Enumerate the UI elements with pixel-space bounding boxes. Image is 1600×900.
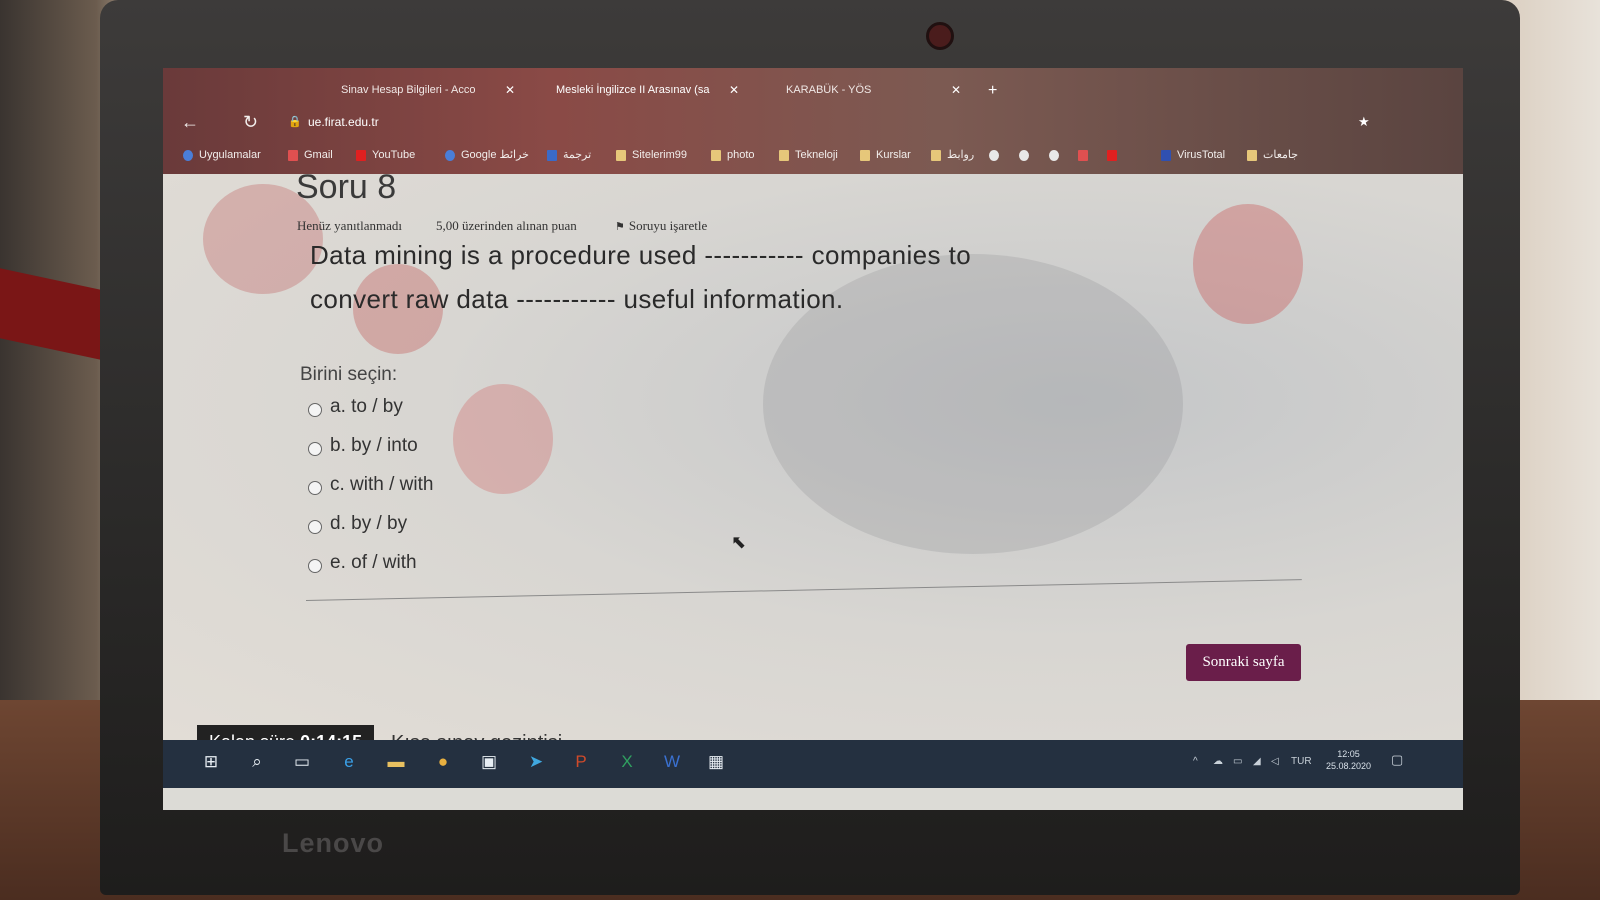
bookmark-translate[interactable]: ترجمة	[547, 144, 591, 166]
tab-close-icon[interactable]: ✕	[505, 76, 515, 104]
translate-icon	[547, 149, 557, 161]
next-page-button[interactable]: Sonraki sayfa	[1186, 644, 1301, 681]
windows-start-icon[interactable]: ⊞	[199, 750, 223, 774]
wallpaper-reflection	[453, 384, 553, 494]
bookmark-sitelerim[interactable]: Sitelerim99	[616, 144, 687, 166]
file-explorer-icon[interactable]: ▬	[384, 750, 408, 774]
question-status: Henüz yanıtlanmadı	[297, 218, 403, 233]
browser-chrome: Sinav Hesap Bilgileri - Acco ✕ Mesleki İ…	[163, 68, 1463, 174]
folder-icon	[779, 149, 789, 161]
radio-button[interactable]	[308, 442, 322, 456]
laptop-brand: Lenovo	[282, 828, 385, 858]
clock[interactable]: 12:05 25.08.2020	[1326, 748, 1371, 772]
bookmark-links[interactable]: روابط	[931, 144, 974, 166]
wifi-icon[interactable]: ◢	[1253, 756, 1261, 767]
store-icon[interactable]: ▣	[477, 750, 501, 774]
task-view-icon[interactable]: ▭	[290, 750, 314, 774]
tab-strip: Sinav Hesap Bilgileri - Acco ✕ Mesleki İ…	[163, 74, 1463, 106]
bookmark-globe-2[interactable]	[1019, 144, 1035, 166]
globe-icon	[989, 149, 999, 161]
youtube-icon	[356, 149, 366, 161]
instagram-icon	[1107, 149, 1117, 161]
excel-icon[interactable]: X	[615, 750, 639, 774]
tab-exam[interactable]: Mesleki İngilizce II Arasınav (sa	[528, 76, 709, 104]
tab-close-icon[interactable]: ✕	[951, 76, 961, 104]
flag-icon: ⚑	[615, 221, 625, 233]
word-icon[interactable]: W	[660, 750, 684, 774]
chrome-icon[interactable]: ●	[431, 750, 455, 774]
edge-icon[interactable]: e	[337, 750, 361, 774]
bookmark-tekneloji[interactable]: Tekneloji	[779, 144, 838, 166]
flag-question-link[interactable]: ⚑ Soruyu işaretle	[615, 218, 707, 234]
bookmark-star-icon[interactable]: ★	[1358, 114, 1370, 130]
radio-button[interactable]	[308, 559, 322, 573]
choose-label: Birini seçin:	[300, 364, 398, 385]
question-points: 5,00 üzerinden alınan puan	[436, 218, 577, 233]
bookmarks-bar: Uygulamalar Gmail YouTube Google خرائط ت…	[183, 144, 1453, 166]
folder-icon	[1247, 149, 1257, 161]
folder-icon	[711, 149, 721, 161]
radio-button[interactable]	[308, 481, 322, 495]
bookmark-virustotal[interactable]: VirusTotal	[1161, 144, 1225, 166]
question-text-line2: convert raw data ----------- useful info…	[310, 284, 844, 314]
radio-button[interactable]	[308, 520, 322, 534]
battery-icon[interactable]: ▭	[1233, 756, 1242, 767]
language-indicator[interactable]: TUR	[1291, 756, 1312, 767]
question-title: Soru 8	[296, 168, 397, 206]
windows-taskbar: ⊞ ⌕ ▭ e ▬ ● ▣ ➤ P X W ▦ ^ ☁ ▭ ◢ ◁ TUR 12…	[163, 740, 1463, 788]
back-arrow-icon[interactable]: ←	[181, 112, 199, 133]
search-icon[interactable]: ⌕	[245, 750, 269, 774]
bookmark-globe-3[interactable]	[1049, 144, 1065, 166]
folder-icon	[931, 149, 941, 161]
folder-icon	[860, 149, 870, 161]
tray-chevron-icon[interactable]: ^	[1193, 756, 1198, 767]
notifications-icon[interactable]: ▢	[1391, 752, 1403, 768]
globe-icon	[1049, 149, 1059, 161]
tab-close-icon[interactable]: ✕	[729, 76, 739, 104]
onedrive-icon[interactable]: ☁	[1213, 756, 1223, 767]
bookmark-mail[interactable]	[1078, 144, 1094, 166]
app-icon[interactable]: ▦	[704, 750, 728, 774]
laptop-screen: Sinav Hesap Bilgileri - Acco ✕ Mesleki İ…	[163, 68, 1463, 810]
tab-account[interactable]: Sinav Hesap Bilgileri - Acco	[313, 76, 476, 104]
mouse-cursor-icon: ⬉	[731, 532, 747, 552]
gmail-icon	[288, 149, 298, 161]
url-bar[interactable]: ue.firat.edu.tr	[308, 115, 379, 129]
bookmark-instagram[interactable]	[1107, 144, 1123, 166]
new-tab-icon[interactable]: +	[988, 82, 997, 100]
mail-icon	[1078, 149, 1088, 161]
bookmark-kurslar[interactable]: Kurslar	[860, 144, 911, 166]
apps-icon	[183, 149, 193, 161]
question-text-line1: Data mining is a procedure used --------…	[310, 240, 972, 270]
address-row: ← ↻ 🔒 ue.firat.edu.tr ★	[163, 106, 1463, 140]
lock-icon: 🔒	[288, 116, 302, 128]
bookmark-google-maps[interactable]: Google خرائط	[445, 144, 529, 166]
bookmark-photo[interactable]: photo	[711, 144, 755, 166]
reload-icon[interactable]: ↻	[243, 112, 258, 133]
bookmark-universities[interactable]: جامعات	[1247, 144, 1298, 166]
quiz-page: Soru 8 Henüz yanıtlanmadı 5,00 üzerinden…	[163, 168, 1463, 760]
globe-icon	[1019, 149, 1029, 161]
tab-karabuk[interactable]: KARABÜK - YÖS	[758, 76, 871, 104]
bookmark-globe-1[interactable]	[989, 144, 1005, 166]
powerpoint-icon[interactable]: P	[569, 750, 593, 774]
virustotal-icon	[1161, 149, 1171, 161]
bookmark-apps[interactable]: Uygulamalar	[183, 144, 261, 166]
folder-icon	[616, 149, 626, 161]
volume-icon[interactable]: ◁	[1271, 756, 1279, 767]
wallpaper-reflection	[1193, 204, 1303, 324]
radio-button[interactable]	[308, 403, 322, 417]
google-maps-icon	[445, 149, 455, 161]
webcam	[926, 22, 954, 50]
divider	[305, 579, 1302, 601]
bookmark-gmail[interactable]: Gmail	[288, 144, 333, 166]
bookmark-youtube[interactable]: YouTube	[356, 144, 415, 166]
telegram-icon[interactable]: ➤	[524, 750, 548, 774]
